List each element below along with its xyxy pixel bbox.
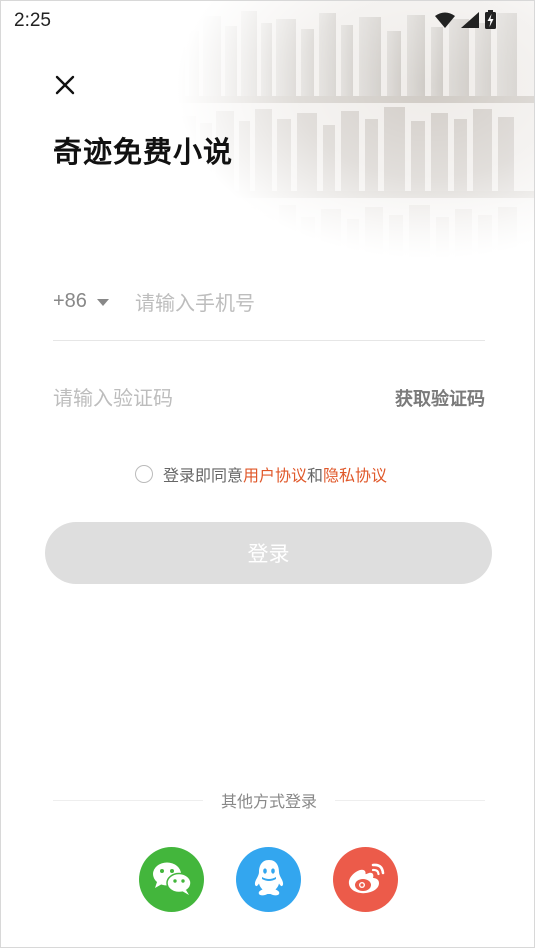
battery-charging-icon [485, 10, 496, 33]
other-login-divider: 其他方式登录 [53, 789, 486, 811]
login-button[interactable]: 登录 [45, 522, 492, 584]
weibo-login-button[interactable] [333, 847, 398, 912]
cellular-signal-icon [461, 11, 479, 32]
qq-login-button[interactable] [236, 847, 301, 912]
other-login-label: 其他方式登录 [221, 792, 318, 811]
agreement-text: 登录即同意用户协议和隐私协议 [163, 462, 387, 486]
weibo-icon [346, 861, 386, 899]
agreement-and: 和 [307, 466, 324, 485]
status-time: 2:25 [14, 10, 51, 31]
close-button[interactable] [49, 71, 81, 103]
phone-row: +86 [53, 283, 485, 341]
country-code-selector[interactable]: +86 [53, 290, 109, 313]
privacy-policy-link[interactable]: 隐私协议 [323, 466, 387, 485]
close-icon [55, 75, 75, 99]
chevron-down-icon [96, 299, 109, 306]
agreement-prefix: 登录即同意 [163, 466, 244, 485]
qq-icon [254, 859, 284, 901]
user-agreement-link[interactable]: 用户协议 [243, 466, 307, 485]
status-bar: 2:25 [1, 1, 534, 41]
country-code-label: +86 [53, 290, 87, 312]
wifi-icon [435, 12, 455, 32]
agreement-checkbox[interactable] [135, 465, 153, 483]
verification-code-input[interactable] [53, 381, 353, 415]
login-screen: 2:25 奇迹免费小说 +86 请输入手机号 请输入验证码 获取验证码 登录即同… [0, 0, 535, 948]
wechat-icon [151, 860, 193, 900]
code-row: 获取验证码 [53, 377, 485, 421]
agreement-row: 登录即同意用户协议和隐私协议 [135, 462, 387, 486]
wechat-login-button[interactable] [139, 847, 204, 912]
app-title: 奇迹免费小说 [53, 135, 234, 169]
phone-input[interactable] [135, 286, 475, 320]
get-code-button[interactable]: 获取验证码 [395, 385, 485, 411]
